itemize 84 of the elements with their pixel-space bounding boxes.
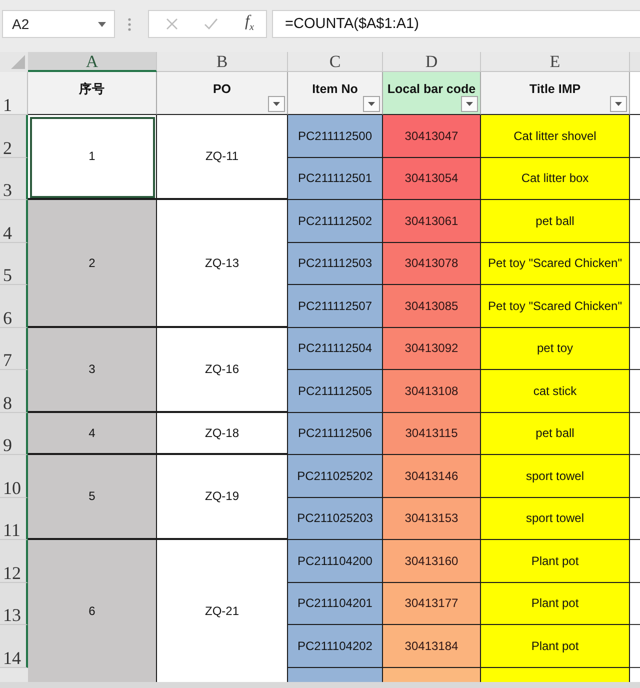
table-cell: 2: [28, 200, 157, 328]
table-cell: Cat litter box: [481, 158, 630, 200]
row-header[interactable]: 7: [0, 328, 28, 370]
table-cell: PC211104200: [288, 540, 383, 582]
row-header[interactable]: 2: [0, 115, 28, 158]
table-cell: 30413047: [383, 115, 481, 158]
table-cell: PC211025202: [288, 455, 383, 498]
header-label: Local bar code: [387, 82, 476, 96]
table-cell: 30413177: [383, 582, 481, 625]
table-cell: PC211112502: [288, 200, 383, 242]
table-cell: pet ball: [481, 200, 630, 242]
table-cell: 1: [28, 115, 157, 200]
insert-function-button[interactable]: f$_{x}$: [243, 14, 256, 34]
row-header[interactable]: 14: [0, 625, 28, 668]
vertical-dots-icon: [128, 18, 131, 31]
table-cell: 30413061: [383, 200, 481, 242]
table-cell: PC211112500: [288, 115, 383, 158]
table-cell: Plant pot: [481, 582, 630, 625]
table-cell: PC211104202: [288, 625, 383, 668]
table-cell: 30413054: [383, 158, 481, 200]
row-header[interactable]: 8: [0, 370, 28, 412]
table-cell: ZQ-11: [157, 115, 288, 200]
table-cell: sport towel: [481, 455, 630, 498]
filter-button[interactable]: [461, 96, 478, 112]
table-cell: 3: [28, 328, 157, 412]
header-label: Item No: [312, 82, 358, 96]
table-cell: 30413108: [383, 370, 481, 412]
table-cell: 4: [28, 412, 157, 455]
row-header[interactable]: 12: [0, 540, 28, 582]
caret-icon: [98, 22, 106, 26]
table-cell: 30413078: [383, 242, 481, 285]
row-header[interactable]: 4: [0, 200, 28, 242]
row-header[interactable]: 9: [0, 412, 28, 455]
table-cell: PC211112506: [288, 412, 383, 455]
table-cell: PC211104201: [288, 582, 383, 625]
table-cell: Plant pot: [481, 540, 630, 582]
table-cell: pet toy: [481, 328, 630, 370]
table-cell: Plant pot: [481, 625, 630, 668]
formula-field[interactable]: =COUNTA($A$1:A1): [272, 10, 640, 38]
column-header[interactable]: A: [28, 52, 157, 72]
table-cell: Pet toy "Scared Chicken": [481, 285, 630, 328]
table-cell: 6: [28, 540, 157, 682]
table-cell: pet ball: [481, 412, 630, 455]
table-cell: 5: [28, 455, 157, 540]
table-cell: ZQ-19: [157, 455, 288, 540]
row-header[interactable]: 10: [0, 455, 28, 498]
table-cell: 30413160: [383, 540, 481, 582]
caret-icon: [273, 102, 280, 106]
table-cell: 30413092: [383, 328, 481, 370]
row-header[interactable]: 1: [0, 72, 28, 115]
table-cell: 30413085: [383, 285, 481, 328]
table-cell: PC211112501: [288, 158, 383, 200]
filter-button[interactable]: [363, 96, 380, 112]
table-cell: Cat litter shovel: [481, 115, 630, 158]
table-cell: PC211112503: [288, 242, 383, 285]
table-cell: Pet toy "Scared Chicken": [481, 242, 630, 285]
table-cell: ZQ-16: [157, 328, 288, 412]
caret-icon: [615, 102, 622, 106]
header-label: 序号: [79, 82, 105, 96]
table-cell: PC211112505: [288, 370, 383, 412]
table-cell: ZQ-18: [157, 412, 288, 455]
table-cell: 30413153: [383, 498, 481, 540]
triangle-icon: [11, 55, 25, 69]
table-cell: PC211025203: [288, 498, 383, 540]
row-header[interactable]: 11: [0, 498, 28, 540]
filter-button[interactable]: [268, 96, 285, 112]
table-cell: 30413115: [383, 412, 481, 455]
filter-button[interactable]: [610, 96, 627, 112]
row-header[interactable]: 6: [0, 285, 28, 328]
table-cell: 30413146: [383, 455, 481, 498]
table-cell: 30413184: [383, 625, 481, 668]
table-cell: PC211112504: [288, 328, 383, 370]
table-cell: PC211112507: [288, 285, 383, 328]
row-header[interactable]: 13: [0, 582, 28, 625]
table-cell: cat stick: [481, 370, 630, 412]
header-label: PO: [212, 82, 232, 96]
table-cell: sport towel: [481, 498, 630, 540]
table-cell: ZQ-13: [157, 200, 288, 328]
row-header[interactable]: 5: [0, 242, 28, 285]
header-label: Title IMP: [529, 82, 581, 96]
row-header[interactable]: 3: [0, 158, 28, 200]
caret-icon: [466, 102, 473, 106]
name-box[interactable]: A2: [2, 10, 115, 38]
caret-icon: [368, 102, 375, 106]
